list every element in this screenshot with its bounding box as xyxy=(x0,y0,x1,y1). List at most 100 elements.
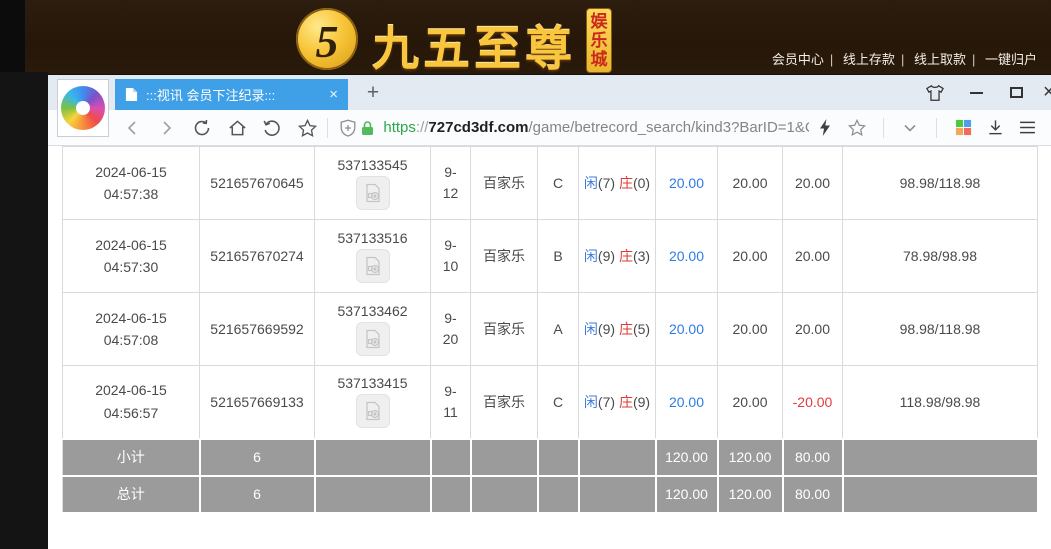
subtotal-count: 6 xyxy=(200,439,315,476)
chevron-left-icon xyxy=(127,120,137,136)
nav-member-center[interactable]: 会员中心 xyxy=(772,52,824,67)
url-separator: :// xyxy=(416,119,429,136)
valid-amount: 20.00 xyxy=(718,147,783,220)
video-replay-button[interactable] xyxy=(356,249,390,283)
win-loss: 20.00 xyxy=(783,147,843,220)
new-tab-button[interactable]: + xyxy=(356,75,390,110)
video-file-icon xyxy=(363,401,383,421)
download-icon xyxy=(987,119,1004,136)
table-row: 2024-06-15 04:57:08 521657669592 5371334… xyxy=(63,293,1038,366)
star-outline-icon xyxy=(848,119,866,136)
bet-id: 521657669592 xyxy=(200,293,315,366)
video-replay-button[interactable] xyxy=(356,176,390,210)
total-valid: 120.00 xyxy=(718,476,783,513)
banker-score: (3) xyxy=(633,248,650,264)
window-close-icon: × xyxy=(1043,81,1051,104)
tab-bet-records[interactable]: :::视讯 会员下注纪录::: × xyxy=(115,79,348,110)
subtotal-label: 小计 xyxy=(63,439,200,476)
banker-score: (5) xyxy=(633,321,650,337)
bookmark-page-button[interactable] xyxy=(847,118,867,138)
table-number: 9-10 xyxy=(431,220,471,293)
banker-score: (9) xyxy=(633,394,650,410)
window-close-button[interactable]: × xyxy=(1043,75,1051,110)
game-name: 百家乐 xyxy=(471,147,538,220)
tshirt-icon xyxy=(924,84,946,102)
table-number: 9-20 xyxy=(431,293,471,366)
table-number: 9-11 xyxy=(431,366,471,439)
page-icon xyxy=(125,87,138,102)
reload-button[interactable] xyxy=(192,118,212,138)
bet-amount: 20.00 xyxy=(656,293,718,366)
minimize-button[interactable] xyxy=(970,75,983,110)
restore-session-button[interactable] xyxy=(262,118,282,138)
lock-icon xyxy=(360,120,375,136)
nav-online-deposit[interactable]: 线上存款 xyxy=(843,52,895,67)
toolbar-divider xyxy=(936,118,937,138)
balance-before-after: 78.98/98.98 xyxy=(843,220,1038,293)
banker-label: 庄 xyxy=(619,394,633,410)
apps-grid-button[interactable] xyxy=(953,118,973,138)
menu-button[interactable] xyxy=(1017,118,1037,138)
home-button[interactable] xyxy=(227,118,247,138)
win-loss: -20.00 xyxy=(783,366,843,439)
browser-logo[interactable] xyxy=(57,79,109,137)
apps-grid-icon xyxy=(955,119,972,136)
site-logo: 5 九五至尊 娱乐城 xyxy=(296,8,612,74)
player-label: 闲 xyxy=(584,394,598,410)
table-row: 2024-06-15 04:57:38 521657670645 5371335… xyxy=(63,147,1038,220)
tab-bar: :::视讯 会员下注纪录::: × + × xyxy=(48,75,1051,110)
round-id-cell: 537133415 xyxy=(315,366,431,439)
undo-arrow-icon xyxy=(263,119,281,137)
round-id: 537133516 xyxy=(337,230,407,246)
url-dropdown-button[interactable] xyxy=(900,118,920,138)
video-file-icon xyxy=(363,256,383,276)
shield-add-button[interactable] xyxy=(338,118,358,138)
video-file-icon xyxy=(363,329,383,349)
valid-amount: 20.00 xyxy=(718,366,783,439)
nav-online-withdraw[interactable]: 线上取款 xyxy=(914,52,966,67)
downloads-button[interactable] xyxy=(985,118,1005,138)
video-replay-button[interactable] xyxy=(356,322,390,356)
flash-button[interactable] xyxy=(815,118,835,138)
url-text[interactable]: https://727cd3df.com/game/betrecord_sear… xyxy=(383,119,809,136)
browser-toolbar: https://727cd3df.com/game/betrecord_sear… xyxy=(48,110,1051,146)
result-cell: 闲(9) 庄(5) xyxy=(579,293,656,366)
valid-amount: 20.00 xyxy=(718,293,783,366)
total-winloss: 80.00 xyxy=(783,476,843,513)
bet-time: 2024-06-15 04:57:30 xyxy=(63,220,200,293)
browser-pinwheel-icon xyxy=(61,86,105,130)
forward-button[interactable] xyxy=(157,118,177,138)
maximize-icon xyxy=(1010,87,1023,98)
player-score: (7) xyxy=(598,175,615,191)
theme-skin-button[interactable] xyxy=(924,75,946,110)
table-number: 9-12 xyxy=(431,147,471,220)
player-label: 闲 xyxy=(584,175,598,191)
favorites-button[interactable] xyxy=(297,118,317,138)
url-path: /game/betrecord_search/kind3?BarID=1&C xyxy=(528,119,809,136)
video-replay-button[interactable] xyxy=(356,394,390,428)
tab-close-icon[interactable]: × xyxy=(329,86,338,103)
bet-amount: 20.00 xyxy=(656,147,718,220)
site-banner: 5 九五至尊 娱乐城 会员中心| 线上存款| 线上取款| 一键归户 xyxy=(0,0,1051,74)
balance-before-after: 98.98/118.98 xyxy=(843,293,1038,366)
total-count: 6 xyxy=(200,476,315,513)
game-name: 百家乐 xyxy=(471,366,538,439)
screen: 5 九五至尊 娱乐城 会员中心| 线上存款| 线上取款| 一键归户 :::视讯 … xyxy=(0,0,1051,549)
player-score: (9) xyxy=(598,321,615,337)
round-id-cell: 537133516 xyxy=(315,220,431,293)
total-label: 总计 xyxy=(63,476,200,513)
subtotal-winloss: 80.00 xyxy=(783,439,843,476)
player-label: 闲 xyxy=(584,321,598,337)
video-file-icon xyxy=(363,183,383,203)
address-bar[interactable]: https://727cd3df.com/game/betrecord_sear… xyxy=(338,118,1051,138)
maximize-button[interactable] xyxy=(1010,75,1023,110)
back-button[interactable] xyxy=(122,118,142,138)
home-icon xyxy=(228,119,247,137)
round-id: 537133462 xyxy=(337,303,407,319)
reload-icon xyxy=(193,119,211,137)
hamburger-icon xyxy=(1019,121,1036,134)
nav-one-key-transfer[interactable]: 一键归户 xyxy=(985,52,1037,67)
chevron-down-icon xyxy=(904,124,916,132)
round-id: 537133415 xyxy=(337,375,407,391)
banner-left-edge xyxy=(0,0,25,74)
